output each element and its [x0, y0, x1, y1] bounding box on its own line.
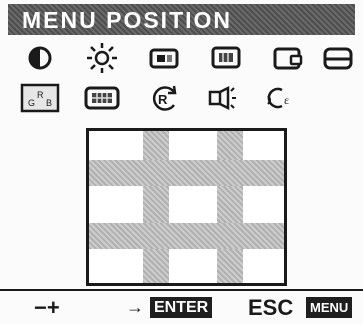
- svg-text:B: B: [46, 98, 52, 108]
- svg-text:ε: ε: [284, 93, 289, 107]
- h-position-icon[interactable]: [144, 40, 184, 76]
- icon-row-2: G R B R ε: [20, 80, 350, 116]
- grid-band-vertical: [143, 131, 169, 283]
- footer-bar: −+ → ENTER ESC MENU: [0, 292, 363, 324]
- svg-text:R: R: [158, 92, 168, 107]
- language-icon[interactable]: ε: [260, 80, 300, 116]
- brightness-icon[interactable]: [82, 40, 122, 76]
- menu-key[interactable]: MENU: [306, 297, 353, 318]
- esc-label: ESC: [248, 295, 294, 320]
- grid-band-vertical: [217, 131, 243, 283]
- contrast-icon[interactable]: [20, 40, 60, 76]
- title-bar: MENU POSITION: [8, 4, 355, 35]
- enter-arrow-icon: →: [126, 297, 144, 317]
- v-position-icon[interactable]: [206, 40, 246, 76]
- position-preview: [86, 128, 287, 286]
- menu-title: MENU POSITION: [22, 7, 233, 33]
- recall-icon[interactable]: R: [144, 80, 184, 116]
- adjust-hint: −+: [34, 295, 60, 320]
- svg-text:R: R: [37, 90, 44, 100]
- grid-band-horizontal: [89, 223, 284, 249]
- footer-divider: [0, 289, 363, 291]
- h-size-icon[interactable]: [268, 40, 308, 76]
- degauss-icon[interactable]: [206, 80, 246, 116]
- svg-text:G: G: [28, 98, 35, 108]
- v-size-icon[interactable]: [318, 40, 358, 76]
- rgb-color-icon[interactable]: G R B: [20, 80, 60, 116]
- grid-band-horizontal: [89, 160, 284, 186]
- enter-key[interactable]: ENTER: [150, 297, 213, 318]
- osd-menu: MENU POSITION G R B R ε −+ → ENTER ESC M…: [0, 0, 363, 324]
- menu-position-icon[interactable]: [82, 80, 122, 116]
- icon-row-1: [20, 40, 353, 76]
